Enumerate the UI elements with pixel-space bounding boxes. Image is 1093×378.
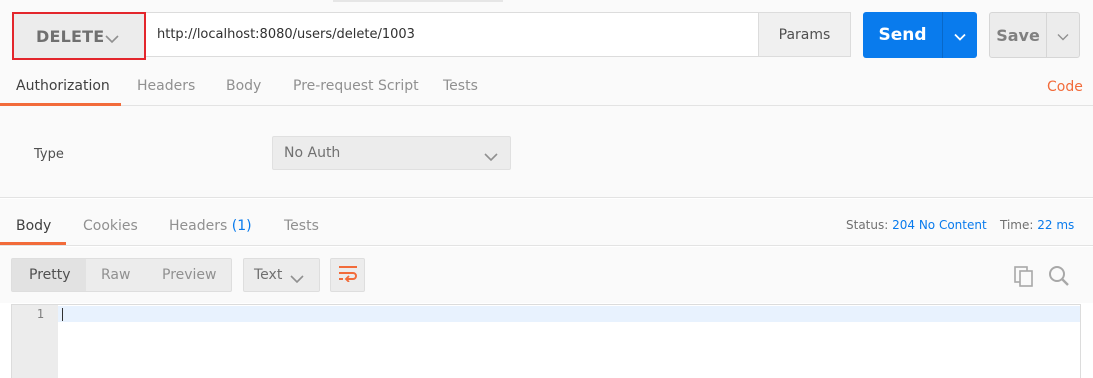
method-label: DELETE (36, 27, 105, 46)
auth-panel: Type No Auth (0, 106, 1093, 198)
params-button[interactable]: Params (758, 12, 851, 57)
url-input[interactable] (146, 12, 759, 57)
status-value: 204 No Content (892, 218, 987, 232)
response-tab-body[interactable]: Body (16, 218, 51, 234)
auth-type-label: Type (34, 147, 64, 162)
line-number: 1 (36, 307, 44, 321)
active-line-highlight (58, 306, 1080, 322)
response-tabs: Body Cookies Headers (1) Tests Status: 2… (0, 199, 1093, 246)
response-status: Status: 204 No Content (846, 218, 987, 232)
chevron-down-icon (105, 29, 119, 48)
pretty-button[interactable]: Pretty (29, 267, 71, 283)
wrap-lines-button[interactable] (330, 258, 365, 292)
line-gutter: 1 (12, 305, 58, 378)
raw-button[interactable]: Raw (101, 267, 130, 283)
status-label: Status: (846, 218, 889, 232)
tab-headers[interactable]: Headers (137, 78, 195, 94)
text-cursor (62, 308, 63, 321)
format-type-select[interactable]: Text (243, 258, 320, 292)
chevron-down-icon (954, 26, 966, 45)
wrap-lines-icon (338, 264, 358, 286)
auth-type-value: No Auth (284, 145, 341, 161)
tab-tests[interactable]: Tests (443, 78, 478, 94)
send-dropdown-button[interactable] (942, 12, 977, 58)
tab-authorization[interactable]: Authorization (16, 78, 110, 94)
tab-body[interactable]: Body (226, 78, 261, 94)
preview-button[interactable]: Preview (162, 267, 217, 283)
format-button-group: Pretty Raw Preview (11, 258, 232, 292)
response-tab-headers[interactable]: Headers (1) (169, 218, 252, 234)
request-tabs: Authorization Headers Body Pre-request S… (0, 70, 1093, 106)
chevron-down-icon (290, 269, 304, 288)
response-time: Time: 22 ms (1000, 218, 1074, 232)
auth-type-select[interactable]: No Auth (272, 136, 511, 170)
time-label: Time: (1000, 218, 1034, 232)
active-response-tab-indicator (0, 242, 66, 245)
method-select[interactable]: DELETE (12, 12, 146, 60)
response-toolbar: Pretty Raw Preview Text (0, 247, 1093, 303)
search-icon[interactable] (1047, 264, 1071, 292)
code-link[interactable]: Code (1047, 79, 1083, 95)
save-button[interactable]: Save (989, 12, 1047, 58)
response-tab-headers-label: Headers (169, 218, 228, 234)
time-value: 22 ms (1037, 218, 1075, 232)
save-dropdown-button[interactable] (1046, 12, 1080, 58)
response-body-editor[interactable]: 1 (11, 304, 1081, 378)
chevron-down-icon (1057, 26, 1069, 45)
response-tab-cookies[interactable]: Cookies (83, 218, 138, 234)
tab-pre-request-script[interactable]: Pre-request Script (293, 78, 419, 94)
copy-icon[interactable] (1013, 265, 1035, 291)
response-tab-tests[interactable]: Tests (284, 218, 319, 234)
top-divider (333, 0, 503, 2)
chevron-down-icon (484, 147, 498, 166)
headers-count-badge: (1) (231, 218, 252, 234)
format-type-value: Text (254, 267, 283, 283)
send-button[interactable]: Send (863, 12, 942, 58)
